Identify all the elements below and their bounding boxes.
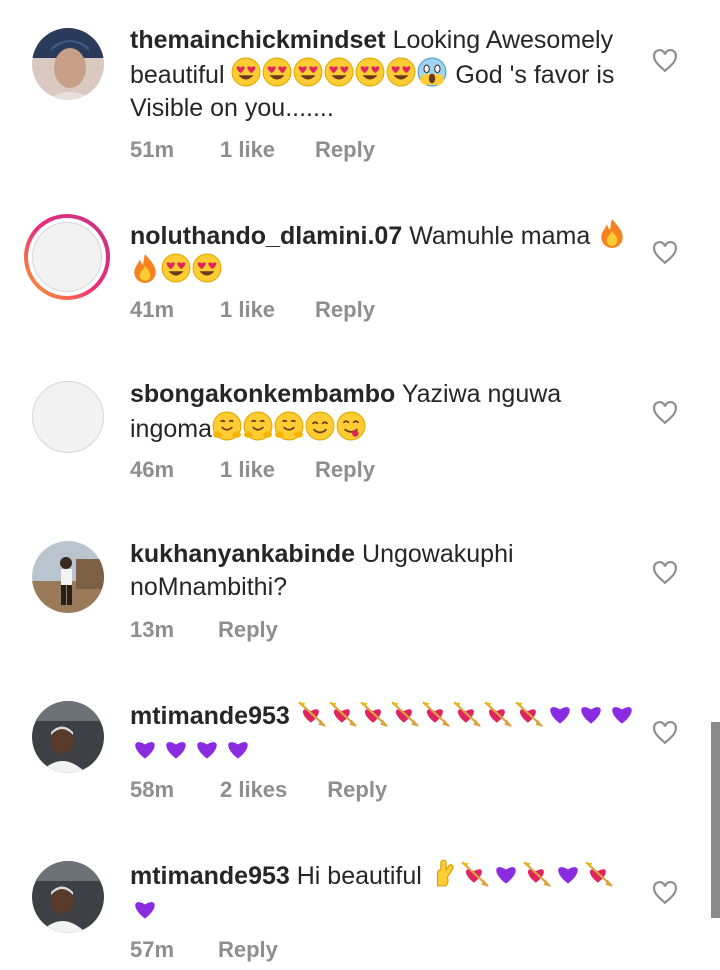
comment-meta: 13m Reply (130, 617, 278, 643)
reply-button[interactable]: Reply (315, 457, 375, 483)
purple-heart-emoji (550, 707, 570, 724)
heart-arrow-emoji (515, 701, 543, 727)
comment-time: 13m (130, 617, 175, 642)
comment-username[interactable]: themainchickmindset (130, 26, 386, 54)
scream-emoji (418, 57, 447, 87)
comment-username[interactable]: sbongakonkembambo (130, 380, 395, 408)
heart-arrow-emoji (461, 861, 489, 887)
hugging-emoji (243, 411, 273, 441)
comment-username[interactable]: mtimande953 (130, 702, 290, 730)
heart-eyes-emoji (232, 57, 261, 87)
comment-likes[interactable]: 2 likes (220, 777, 287, 803)
comment-likes[interactable]: 1 like (220, 137, 275, 163)
purple-heart-emoji (135, 902, 155, 919)
heart-arrow-emoji (422, 701, 450, 727)
purple-heart-emoji (166, 742, 186, 759)
heart-arrow-emoji (391, 701, 419, 727)
heart-outline-icon[interactable] (652, 48, 678, 74)
comment-body: Wamuhle mama (409, 222, 591, 250)
comment-text: mtimande953 (130, 698, 640, 768)
heart-outline-icon[interactable] (652, 400, 678, 426)
purple-heart-emoji (197, 742, 217, 759)
purple-heart-emoji (581, 707, 601, 724)
avatar[interactable] (32, 381, 104, 453)
heart-eyes-emoji (387, 57, 416, 87)
comment-meta: 46m 1 like Reply (130, 457, 375, 483)
heart-outline-icon[interactable] (652, 240, 678, 266)
heart-arrow-emoji (298, 701, 326, 727)
heart-eyes-emoji (161, 253, 191, 283)
purple-heart-emoji (135, 742, 155, 759)
crossed-fingers-emoji (436, 859, 454, 887)
heart-eyes-emoji (325, 57, 354, 87)
heart-outline-icon[interactable] (652, 560, 678, 586)
heart-eyes-emoji (294, 57, 323, 87)
heart-arrow-emoji (453, 701, 481, 727)
comment-meta: 41m 1 like Reply (130, 297, 375, 323)
comment-body: Hi beautiful (296, 862, 429, 890)
heart-eyes-emoji (263, 57, 292, 87)
avatar[interactable] (32, 861, 104, 933)
reply-button[interactable]: Reply (315, 297, 375, 323)
heart-arrow-emoji (484, 701, 512, 727)
comment-emojis (212, 411, 367, 443)
fire-emoji (134, 254, 156, 283)
purple-heart-emoji (496, 867, 516, 884)
heart-arrow-emoji (329, 701, 357, 727)
yum-emoji (336, 411, 366, 441)
comment-text: sbongakonkembambo Yaziwa nguwa ingoma (130, 378, 640, 446)
comment-username[interactable]: kukhanyankabinde (130, 540, 355, 568)
heart-outline-icon[interactable] (652, 720, 678, 746)
comment-time: 41m (130, 297, 175, 322)
reply-button[interactable]: Reply (218, 937, 278, 963)
comment-meta: 58m 2 likes Reply (130, 777, 387, 803)
comment-emojis (231, 57, 448, 89)
comment-time: 58m (130, 777, 175, 802)
purple-heart-emoji (228, 742, 248, 759)
comment-text: noluthando_dlamini.07 Wamuhle mama (130, 218, 640, 288)
reply-button[interactable]: Reply (327, 777, 387, 803)
heart-eyes-emoji (356, 57, 385, 87)
smile-emoji (305, 411, 335, 441)
comment-text: kukhanyankabinde Ungowakuphi noMnambithi… (130, 538, 640, 604)
heart-eyes-emoji (192, 253, 222, 283)
comment-time: 57m (130, 937, 175, 962)
heart-arrow-emoji (523, 861, 551, 887)
comment-text: themainchickmindset Looking Awesomely be… (130, 24, 640, 125)
comment-username[interactable]: noluthando_dlamini.07 (130, 222, 402, 250)
comment-meta: 51m 1 like Reply (130, 137, 375, 163)
heart-outline-icon[interactable] (652, 880, 678, 906)
comment-likes[interactable]: 1 like (220, 457, 275, 483)
comment-username[interactable]: mtimande953 (130, 862, 290, 890)
avatar[interactable] (32, 28, 104, 100)
scrollbar[interactable] (711, 722, 720, 918)
comment-meta: 57m Reply (130, 937, 278, 963)
reply-button[interactable]: Reply (218, 617, 278, 643)
hugging-emoji (212, 411, 242, 441)
purple-heart-emoji (558, 867, 578, 884)
avatar[interactable] (32, 701, 104, 773)
hugging-emoji (274, 411, 304, 441)
purple-heart-emoji (612, 707, 632, 724)
avatar[interactable] (24, 214, 110, 300)
fire-emoji (601, 219, 623, 248)
comment-time: 46m (130, 457, 175, 482)
heart-arrow-emoji (360, 701, 388, 727)
reply-button[interactable]: Reply (315, 137, 375, 163)
avatar[interactable] (32, 541, 104, 613)
comment-text: mtimande953 Hi beautiful (130, 858, 640, 928)
comment-likes[interactable]: 1 like (220, 297, 275, 323)
comment-time: 51m (130, 137, 175, 162)
heart-arrow-emoji (585, 861, 613, 887)
